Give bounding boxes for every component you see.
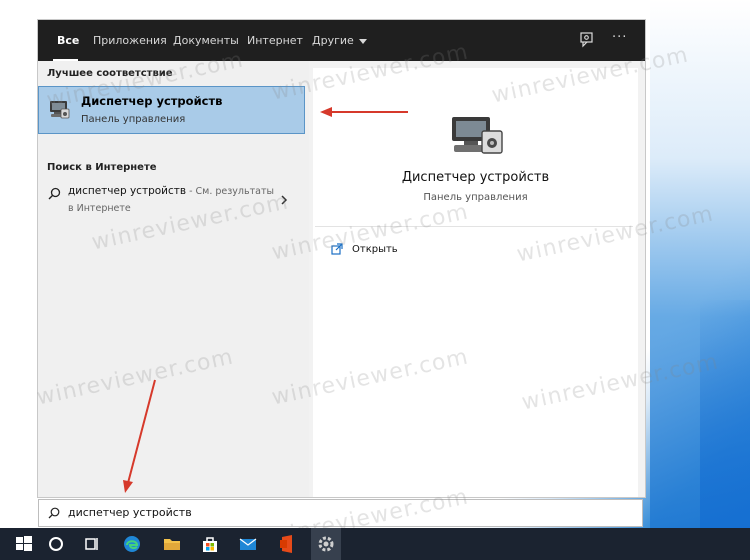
tab-documents[interactable]: Документы: [173, 20, 239, 61]
web-result-query: диспетчер устройств: [68, 185, 187, 197]
windows-start-icon[interactable]: [14, 534, 34, 554]
device-manager-large-icon: [452, 117, 503, 154]
web-result-hint-line2: в Интернете: [68, 203, 131, 214]
results-list: Лучшее соответствие Диспетчер устройств …: [38, 61, 309, 497]
taskbar-search-box[interactable]: диспетчер устройств: [38, 499, 643, 527]
search-icon: [48, 507, 60, 519]
device-manager-icon: [50, 101, 70, 119]
open-action-label: Открыть: [352, 244, 398, 255]
task-view-icon[interactable]: [82, 534, 102, 554]
chevron-down-icon: [358, 38, 367, 44]
tab-more[interactable]: Другие: [312, 20, 367, 61]
edge-icon[interactable]: [122, 534, 142, 554]
tab-more-label: Другие: [312, 34, 354, 47]
best-match-heading: Лучшее соответствие: [47, 68, 173, 79]
detail-title: Диспетчер устройств: [401, 170, 550, 185]
search-tabs-bar: Все Приложения Документы Интернет Другие…: [38, 20, 645, 61]
search-input[interactable]: диспетчер устройств: [68, 506, 192, 519]
detail-divider: [315, 226, 633, 227]
detail-subtitle: Панель управления: [423, 192, 528, 203]
feedback-icon[interactable]: [578, 31, 596, 49]
store-icon[interactable]: [200, 534, 220, 554]
result-detail-pane: Диспетчер устройств Панель управления От…: [313, 68, 638, 497]
taskbar: [0, 528, 750, 560]
search-panel: Все Приложения Документы Интернет Другие…: [38, 20, 645, 497]
tab-apps[interactable]: Приложения: [93, 20, 167, 61]
settings-icon[interactable]: [316, 534, 336, 554]
tab-internet[interactable]: Интернет: [247, 20, 303, 61]
web-result-text: диспетчер устройств - См. результаты: [68, 185, 274, 197]
mail-icon[interactable]: [238, 534, 258, 554]
cortana-icon[interactable]: [46, 534, 66, 554]
tab-all[interactable]: Все: [57, 20, 79, 61]
web-result-hint: - См. результаты: [186, 186, 274, 197]
desktop-wallpaper-glow-2: [700, 300, 750, 530]
office-icon[interactable]: [277, 534, 297, 554]
more-options-icon[interactable]: ···: [612, 30, 627, 45]
search-icon: [48, 187, 61, 200]
web-search-result[interactable]: диспетчер устройств - См. результаты в И…: [38, 179, 309, 223]
best-match-subtitle: Панель управления: [81, 114, 186, 125]
chevron-right-icon[interactable]: [280, 195, 288, 205]
best-match-result[interactable]: Диспетчер устройств Панель управления: [38, 86, 305, 134]
open-icon: [331, 243, 343, 255]
best-match-title: Диспетчер устройств: [81, 94, 223, 108]
file-explorer-icon[interactable]: [162, 534, 182, 554]
web-search-heading: Поиск в Интернете: [47, 162, 157, 173]
